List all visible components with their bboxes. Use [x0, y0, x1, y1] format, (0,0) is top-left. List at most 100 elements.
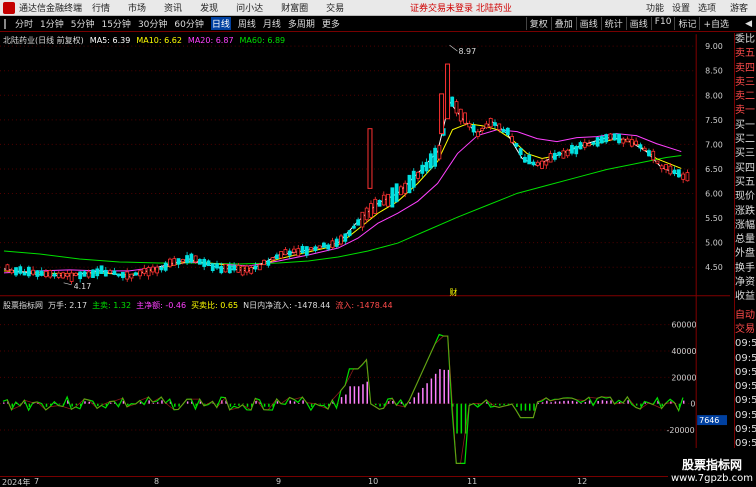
- candle-body[interactable]: [112, 270, 117, 275]
- candle-body[interactable]: [612, 133, 617, 141]
- expand-panel-icon[interactable]: ◀: [745, 19, 752, 29]
- candle-body[interactable]: [424, 161, 429, 172]
- candle-body[interactable]: [56, 272, 61, 278]
- candle-body[interactable]: [514, 143, 519, 147]
- candle-body[interactable]: [672, 169, 677, 175]
- candle-body[interactable]: [552, 152, 557, 160]
- candle-body[interactable]: [364, 207, 369, 221]
- candle-body[interactable]: [185, 255, 189, 264]
- candle-body[interactable]: [198, 259, 202, 265]
- indicator-name[interactable]: 股票指标网: [3, 300, 43, 311]
- candle-body[interactable]: [270, 257, 275, 261]
- candle-body[interactable]: [240, 265, 245, 276]
- candle-body[interactable]: [416, 171, 420, 179]
- candle-body[interactable]: [578, 142, 583, 150]
- tool-fuquan[interactable]: 复权: [525, 17, 551, 30]
- candle-body[interactable]: [292, 248, 296, 253]
- candle-body[interactable]: [35, 270, 40, 277]
- candle-body[interactable]: [420, 164, 425, 174]
- candle-body[interactable]: [73, 272, 78, 276]
- candle-body[interactable]: [150, 266, 155, 273]
- candle-body[interactable]: [659, 165, 664, 170]
- candle-body[interactable]: [394, 183, 399, 203]
- candle-body[interactable]: [210, 263, 215, 271]
- candle-body[interactable]: [253, 265, 258, 270]
- candle-body[interactable]: [390, 187, 395, 208]
- stock-title[interactable]: 北陆药业(日线 前复权): [3, 35, 84, 46]
- candle-body[interactable]: [129, 273, 134, 279]
- candle-body[interactable]: [189, 253, 194, 263]
- toolbar-handle-icon[interactable]: [4, 18, 10, 29]
- candle-body[interactable]: [317, 245, 322, 249]
- candle-body[interactable]: [574, 146, 579, 155]
- candle-body[interactable]: [287, 250, 292, 256]
- candle-body[interactable]: [309, 247, 313, 251]
- candle-body[interactable]: [296, 248, 301, 257]
- candle-body[interactable]: [313, 246, 318, 251]
- candle-body[interactable]: [454, 101, 459, 114]
- candle-body[interactable]: [360, 211, 365, 228]
- candle-body[interactable]: [510, 136, 514, 143]
- period-daily[interactable]: 日线: [210, 17, 231, 30]
- candle-body[interactable]: [339, 235, 343, 245]
- tool-f10[interactable]: F10: [650, 17, 675, 30]
- candle-body[interactable]: [681, 173, 686, 180]
- candle-body[interactable]: [82, 271, 87, 277]
- menu-jiaoyi[interactable]: 交易: [326, 1, 344, 14]
- candle-body[interactable]: [163, 262, 168, 271]
- candle-body[interactable]: [484, 123, 489, 129]
- period-weekly[interactable]: 周线: [238, 17, 256, 30]
- candle-body[interactable]: [116, 273, 121, 277]
- candle-body[interactable]: [540, 160, 544, 169]
- candle-body[interactable]: [497, 123, 502, 131]
- menu-shezhi[interactable]: 设置: [672, 1, 690, 14]
- tool-huaxian[interactable]: 画线: [575, 17, 601, 30]
- candle-body[interactable]: [193, 255, 198, 263]
- tool-tongji[interactable]: 统计: [600, 17, 626, 30]
- candle-body[interactable]: [168, 258, 172, 267]
- candle-body[interactable]: [369, 203, 373, 218]
- candle-body[interactable]: [5, 264, 10, 272]
- candle-body[interactable]: [227, 265, 232, 274]
- candle-body[interactable]: [249, 267, 254, 274]
- tool-huaxian-2[interactable]: 画线: [625, 17, 651, 30]
- candle-body[interactable]: [377, 199, 382, 207]
- menu-hangqing[interactable]: 行情: [92, 1, 110, 14]
- candle-body[interactable]: [347, 230, 352, 237]
- candle-body[interactable]: [300, 245, 305, 254]
- candle-body[interactable]: [523, 156, 527, 163]
- candle-body[interactable]: [215, 263, 219, 269]
- candle-body[interactable]: [557, 151, 562, 156]
- candle-body[interactable]: [565, 149, 570, 157]
- candle-body[interactable]: [505, 127, 510, 135]
- candle-body[interactable]: [450, 96, 455, 107]
- period-30min[interactable]: 30分钟: [138, 17, 167, 30]
- candle-body[interactable]: [326, 244, 331, 250]
- tool-diejia[interactable]: 叠加: [550, 17, 576, 30]
- candle-body[interactable]: [467, 123, 472, 128]
- candle-body[interactable]: [445, 63, 451, 120]
- candle-body[interactable]: [142, 267, 147, 274]
- candle-body[interactable]: [437, 145, 442, 160]
- period-fenshi[interactable]: 分时: [15, 17, 33, 30]
- candle-body[interactable]: [655, 160, 660, 164]
- candle-body[interactable]: [86, 271, 91, 278]
- candle-body[interactable]: [531, 161, 536, 166]
- candle-body[interactable]: [236, 264, 241, 273]
- candle-body[interactable]: [304, 246, 309, 256]
- candle-body[interactable]: [138, 270, 142, 277]
- candle-body[interactable]: [262, 259, 266, 266]
- candle-body[interactable]: [428, 153, 433, 169]
- candle-body[interactable]: [561, 150, 566, 159]
- candle-body[interactable]: [403, 182, 408, 194]
- candle-body[interactable]: [91, 269, 95, 278]
- candle-body[interactable]: [582, 142, 587, 148]
- candle-body[interactable]: [591, 141, 596, 145]
- tool-zixuan[interactable]: +自选: [699, 17, 732, 30]
- candle-body[interactable]: [22, 272, 27, 276]
- candle-body[interactable]: [52, 273, 57, 277]
- login-notice[interactable]: 证券交易未登录 北陆药业: [410, 1, 512, 14]
- period-1min[interactable]: 1分钟: [40, 17, 64, 30]
- candle-body[interactable]: [621, 138, 626, 144]
- candle-body[interactable]: [223, 263, 228, 273]
